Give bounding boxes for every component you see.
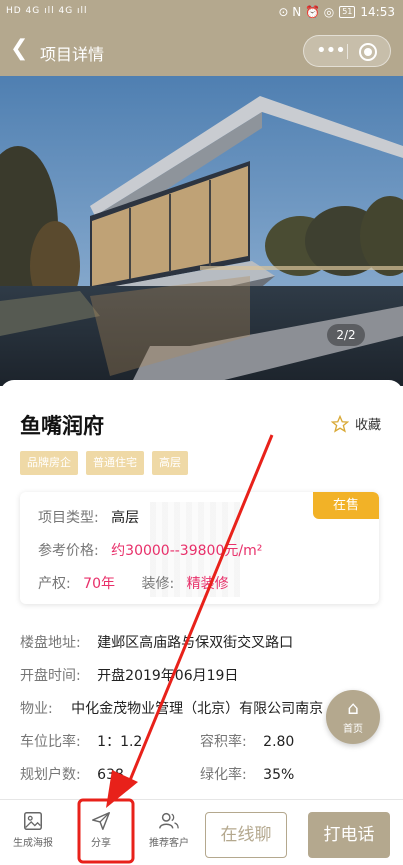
home-float-button[interactable]: ⌂ 首页 bbox=[326, 690, 380, 744]
address-row: 楼盘地址: 建邺区高庙路与保双街交叉路口 bbox=[20, 632, 293, 652]
households-value: 638 bbox=[97, 767, 124, 783]
decor-value: 精装修 bbox=[186, 576, 229, 592]
open-date-row: 开盘时间: 开盘2019年06月19日 bbox=[20, 665, 238, 685]
carousel-pager: 2/2 bbox=[327, 324, 365, 346]
project-tags: 品牌房企 普通住宅 高层 bbox=[20, 451, 188, 475]
plot-value: 2.80 bbox=[263, 734, 295, 750]
address-value: 建邺区高庙路与保双街交叉路口 bbox=[97, 635, 294, 651]
management-row: 物业: 中化金茂物业管理（北京）有限公司南京 bbox=[20, 698, 340, 718]
status-icons: ⊙ N ⏰ ◎ bbox=[278, 5, 335, 19]
nav-bar: ❮ 项目详情 ••• bbox=[0, 26, 403, 76]
plot-label: 容积率: bbox=[200, 734, 247, 750]
price-row: 参考价格: 约30000--39800元/m² bbox=[38, 540, 262, 560]
project-name: 鱼嘴润府 bbox=[20, 414, 104, 438]
property-value: 70年 bbox=[83, 576, 115, 592]
tag-brand: 品牌房企 bbox=[20, 451, 78, 475]
green-rate-row: 绿化率: 35% bbox=[200, 764, 294, 784]
status-badge: 在售 bbox=[313, 492, 379, 519]
home-icon: ⌂ bbox=[347, 698, 359, 719]
online-chat-button[interactable]: 在线聊 bbox=[205, 812, 287, 858]
parking-label: 车位比率: bbox=[20, 734, 81, 750]
price-label: 参考价格: bbox=[38, 543, 99, 559]
households-label: 规划户数: bbox=[20, 767, 81, 783]
poster-label: 生成海报 bbox=[13, 838, 53, 849]
home-label: 首页 bbox=[343, 724, 363, 735]
type-row: 项目类型: 高层 bbox=[38, 507, 139, 527]
paper-plane-icon bbox=[68, 808, 134, 834]
decor-label: 装修: bbox=[141, 576, 175, 592]
favorite-label: 收藏 bbox=[354, 418, 381, 433]
property-label: 产权: bbox=[38, 576, 71, 592]
management-label: 物业: bbox=[20, 701, 53, 717]
page-title: 项目详情 bbox=[40, 45, 105, 64]
green-label: 绿化率: bbox=[200, 767, 247, 783]
battery-indicator: 51 bbox=[339, 6, 356, 18]
parking-value: 1：1.2 bbox=[97, 734, 143, 750]
open-label: 开盘时间: bbox=[20, 668, 81, 684]
favorite-button[interactable]: 收藏 bbox=[330, 414, 381, 433]
call-button[interactable]: 打电话 bbox=[308, 812, 390, 858]
users-icon bbox=[136, 808, 202, 834]
image-icon bbox=[0, 808, 66, 834]
property-row: 产权: 70年 装修: 精装修 bbox=[38, 573, 229, 593]
star-icon bbox=[330, 414, 349, 433]
tag-highrise: 高层 bbox=[152, 451, 188, 475]
capsule-divider bbox=[347, 44, 348, 59]
parking-row: 车位比率: 1：1.2 bbox=[20, 731, 142, 751]
bottom-action-bar: 生成海报 分享 推荐客户 在线聊 打电话 bbox=[0, 799, 403, 865]
more-dots-icon[interactable]: ••• bbox=[316, 40, 346, 61]
households-row: 规划户数: 638 bbox=[20, 764, 124, 784]
target-circle-icon[interactable] bbox=[359, 43, 377, 61]
type-value: 高层 bbox=[111, 510, 140, 526]
status-bar: HD 4G ıll 4G ıll ⊙ N ⏰ ◎ 51 14:53 bbox=[0, 0, 403, 26]
open-value: 开盘2019年06月19日 bbox=[97, 668, 239, 684]
management-value: 中化金茂物业管理（北京）有限公司南京 bbox=[71, 701, 324, 717]
green-value: 35% bbox=[263, 767, 295, 783]
signal-indicator: HD 4G ıll 4G ıll bbox=[6, 6, 88, 16]
plot-ratio-row: 容积率: 2.80 bbox=[200, 731, 294, 751]
tag-residential: 普通住宅 bbox=[86, 451, 144, 475]
price-value: 约30000--39800元/m² bbox=[111, 543, 263, 559]
recommend-client-tab[interactable]: 推荐客户 bbox=[136, 808, 202, 849]
chevron-left-icon[interactable]: ❮ bbox=[10, 38, 28, 60]
recommend-label: 推荐客户 bbox=[149, 838, 189, 849]
share-tab[interactable]: 分享 bbox=[68, 808, 134, 849]
address-label: 楼盘地址: bbox=[20, 635, 81, 651]
clock: 14:53 bbox=[360, 5, 395, 19]
share-label: 分享 bbox=[91, 838, 111, 849]
mini-program-capsule: ••• bbox=[303, 35, 391, 67]
type-label: 项目类型: bbox=[38, 510, 99, 526]
generate-poster-tab[interactable]: 生成海报 bbox=[0, 808, 66, 849]
